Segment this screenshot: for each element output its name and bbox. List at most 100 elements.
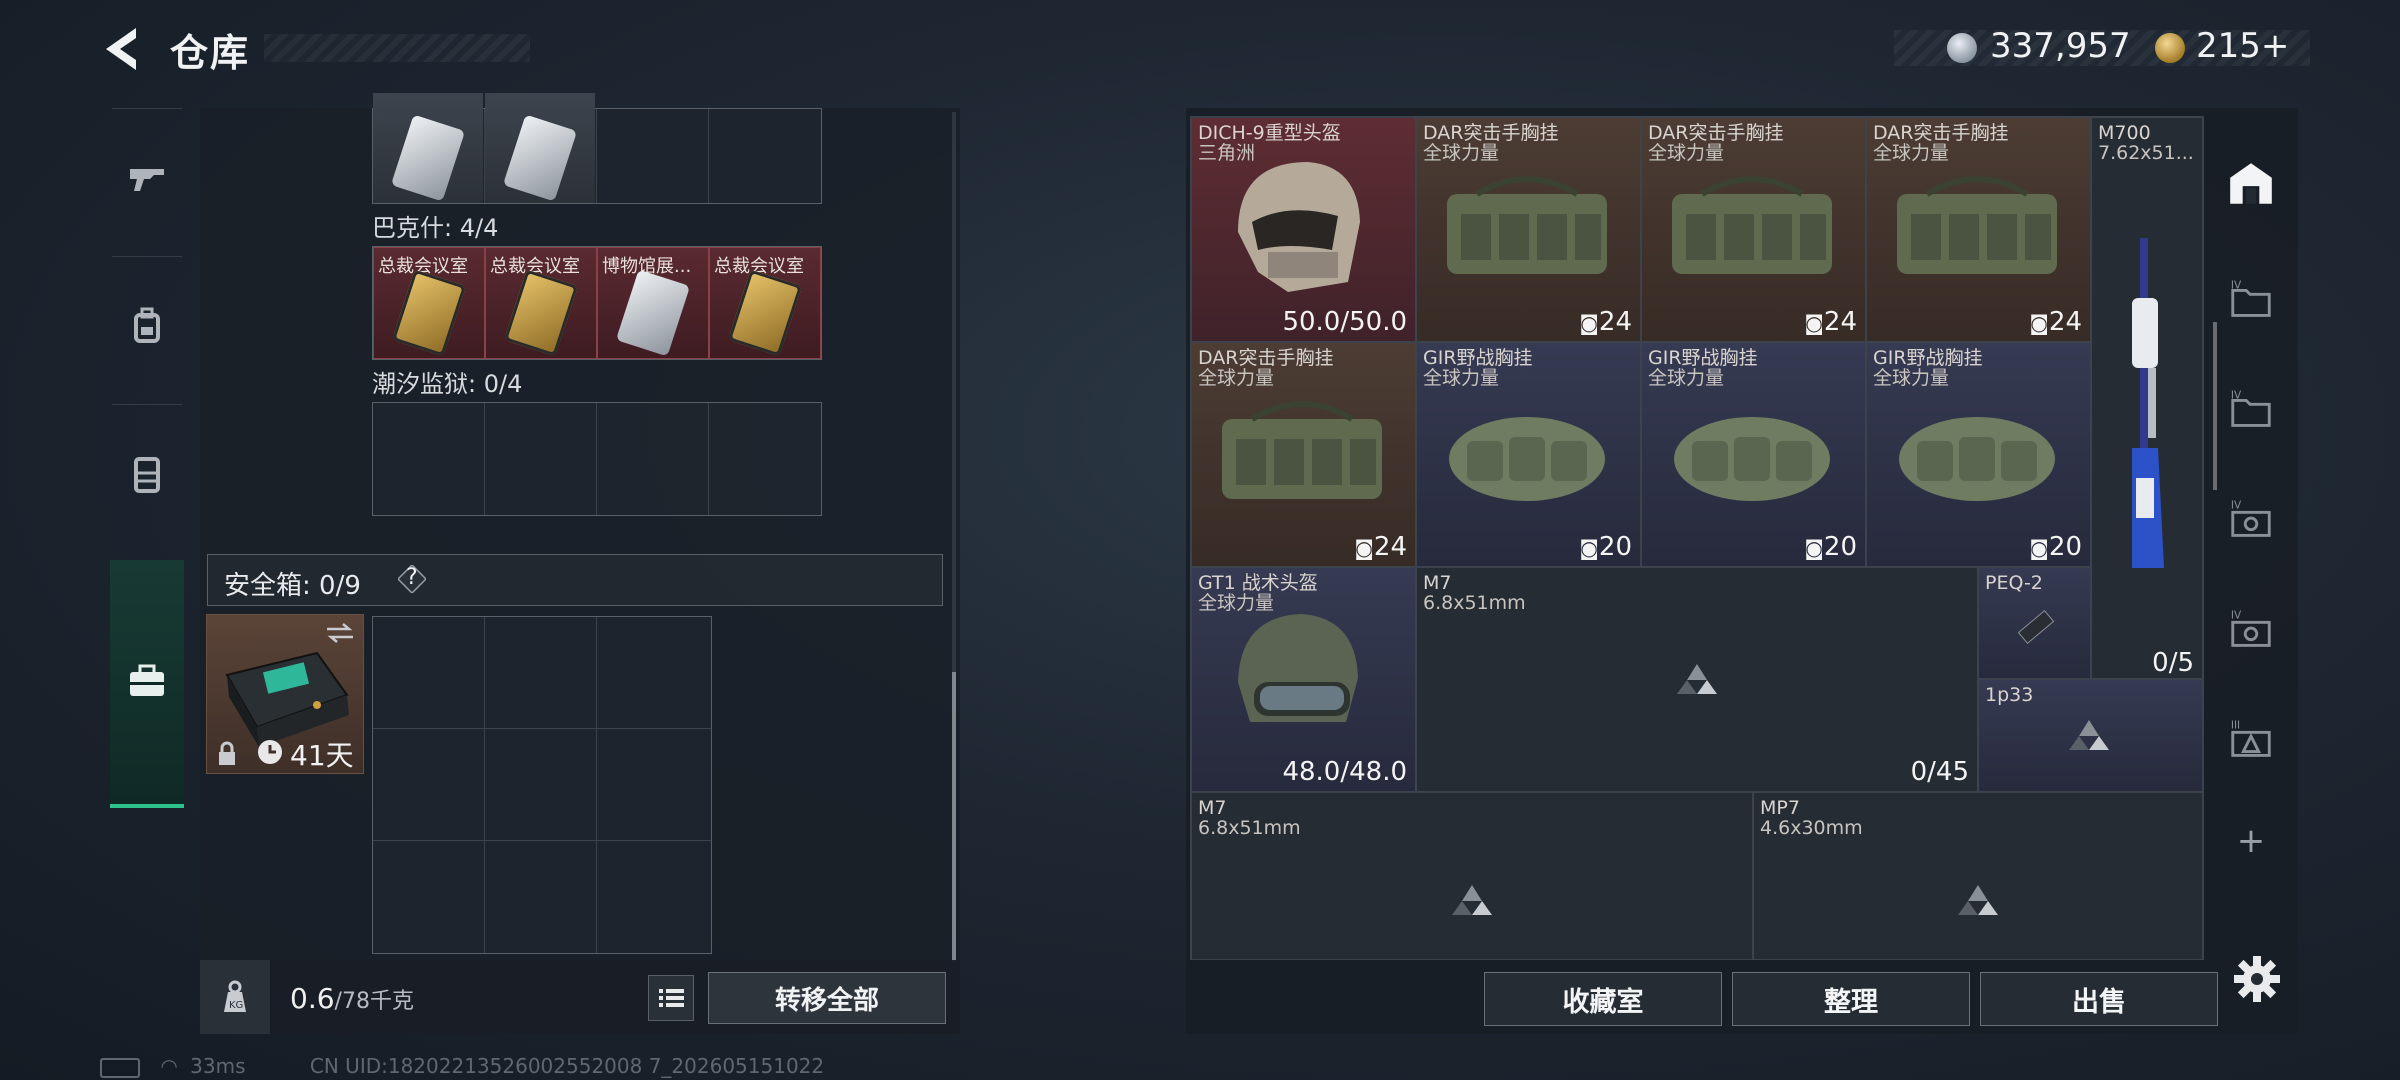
item-name: DAR突击手胸挂 [1873,122,2009,144]
item-tile[interactable]: DAR突击手胸挂 全球力量 ◙24 [1191,342,1416,567]
chest-rig-icon [1447,176,1607,274]
help-icon[interactable]: ? [396,563,428,595]
helmet-icon [1238,614,1358,722]
keycard-slot[interactable] [373,93,483,203]
left-scrollbar[interactable] [952,672,956,962]
svg-text:IV: IV [2231,610,2242,622]
stash-tab-5[interactable]: IV [2216,586,2286,676]
add-stash-tab-button[interactable]: + [2216,796,2286,886]
safebox-label: 安全箱: 0/9 [224,571,361,601]
triangle-folder-icon: III [2231,720,2271,757]
capacity-icon: ◙ [2029,311,2049,335]
vest-icon [134,457,160,493]
item-capacity: ◙20 [2029,532,2083,562]
item-caliber: 4.6x30mm [1760,817,1863,839]
stash-tab-2[interactable]: IV [2216,256,2286,346]
tab-vest[interactable] [100,404,194,544]
item-tile-m7[interactable]: M7 6.8x51mm 0/45 [1416,567,1978,792]
item-tile-m7[interactable]: M7 6.8x51mm [1191,792,1753,959]
field-rig-icon [1899,417,2055,501]
item-tile[interactable]: DAR突击手胸挂 全球力量 ◙24 [1416,117,1641,342]
keycard-slot[interactable]: 总裁会议室 [373,247,485,359]
item-capacity: ◙24 [1354,532,1408,562]
backpack-icon [134,307,160,343]
item-origin: 全球力量 [1648,367,1725,389]
svg-text:IV: IV [2231,500,2242,512]
keycard-grid-bakhsh: 总裁会议室 总裁会议室 博物馆展... 总裁会议室 [372,246,822,360]
right-footer: 收藏室 整理 出售 [1186,960,2298,1034]
list-icon [659,989,684,1007]
ammo-count: 0/45 [1910,757,1969,787]
keycard-slot[interactable]: 总裁会议室 [485,247,597,359]
item-durability: 48.0/48.0 [1282,757,1407,787]
swap-icon[interactable] [325,623,355,643]
item-origin: 全球力量 [1198,592,1275,614]
item-tile[interactable]: GIR野战胸挂 全球力量 ◙20 [1866,342,2091,567]
transfer-all-button[interactable]: 转移全部 [708,972,946,1024]
capacity-icon: ◙ [1804,311,1824,335]
laser-module-icon [2017,610,2055,644]
gear-folder-icon: IV [2231,500,2271,537]
item-capacity: ◙24 [1579,307,1633,337]
item-tile-m700[interactable]: M700 7.62x51... 0/5 [2091,117,2203,679]
item-origin: 全球力量 [1648,142,1725,164]
organize-button[interactable]: 整理 [1732,972,1970,1026]
gear-folder-icon: IV [2231,610,2271,647]
help-mark: ? [406,565,418,590]
item-tile[interactable]: GIR野战胸挂 全球力量 ◙20 [1416,342,1641,567]
item-capacity: ◙20 [1579,532,1633,562]
keycard-slot[interactable]: 总裁会议室 [709,247,821,359]
capacity-icon: ◙ [1579,536,1599,560]
carry-weight: 0.6/78千克 [290,982,414,1015]
item-tile[interactable]: DAR突击手胸挂 全球力量 ◙24 [1641,117,1866,342]
list-view-button[interactable] [648,975,694,1021]
gold-plus[interactable]: + [2261,26,2290,66]
item-origin: 全球力量 [1198,367,1275,389]
keycard-grid-tide-prison[interactable] [372,402,822,516]
svg-text:IV: IV [2231,280,2242,292]
chest-rig-icon [1222,401,1382,499]
item-caliber: 7.62x51... [2098,142,2194,164]
briefcase-icon [130,664,164,696]
item-tile[interactable]: PEQ-2 [1978,567,2091,679]
item-origin: 全球力量 [1873,367,1950,389]
back-arrow-icon[interactable] [98,24,148,74]
safebox-grid[interactable] [372,616,712,954]
item-origin: 全球力量 [1423,142,1500,164]
stash-tab-main[interactable] [2216,138,2286,228]
item-tile[interactable]: DICH-9重型头盔 三角洲 50.0/50.0 [1191,117,1416,342]
item-tile[interactable]: DAR突击手胸挂 全球力量 ◙24 [1866,117,2091,342]
gold-amount: 215 [2196,26,2261,66]
stash-tab-6[interactable]: III [2216,696,2286,786]
keycard-slot[interactable]: 博物馆展... [597,247,709,359]
stash-tab-4[interactable]: IV [2216,476,2286,566]
item-tile[interactable]: GT1 战术头盔 全球力量 48.0/48.0 [1191,567,1416,792]
folder-icon: IV [2231,390,2271,427]
keycard-slot[interactable] [485,93,595,203]
silver-balance: 337,957 [1990,26,2131,66]
clock-icon [258,740,282,764]
item-tile-mp7[interactable]: MP7 4.6x30mm [1753,792,2203,959]
collection-room-button[interactable]: 收藏室 [1484,972,1722,1026]
item-tile[interactable]: GIR野战胸挂 全球力量 ◙20 [1641,342,1866,567]
stash-tab-rail: IV IV IV IV III + [2208,116,2294,956]
left-tab-bar [100,108,194,808]
ping: 33ms [190,1054,246,1078]
field-rig-icon [1674,417,1830,501]
item-name: M7 [1423,572,1452,594]
item-durability: 50.0/50.0 [1282,307,1407,337]
tab-backpack[interactable] [100,256,194,396]
item-name: DAR突击手胸挂 [1423,122,1559,144]
tab-safebox[interactable] [110,560,184,808]
item-name: MP7 [1760,797,1800,819]
item-origin: 三角洲 [1198,142,1256,164]
item-capacity: ◙20 [1804,532,1858,562]
item-name: GIR野战胸挂 [1648,347,1758,369]
battery-icon [100,1057,140,1078]
sell-button[interactable]: 出售 [1980,972,2218,1026]
stash-tab-3[interactable]: IV [2216,366,2286,456]
item-tile[interactable]: 1p33 [1978,679,2203,792]
gold-balance[interactable]: 215+ [2196,26,2289,66]
tab-weapons[interactable] [100,108,194,248]
item-name: 1p33 [1985,684,2034,706]
